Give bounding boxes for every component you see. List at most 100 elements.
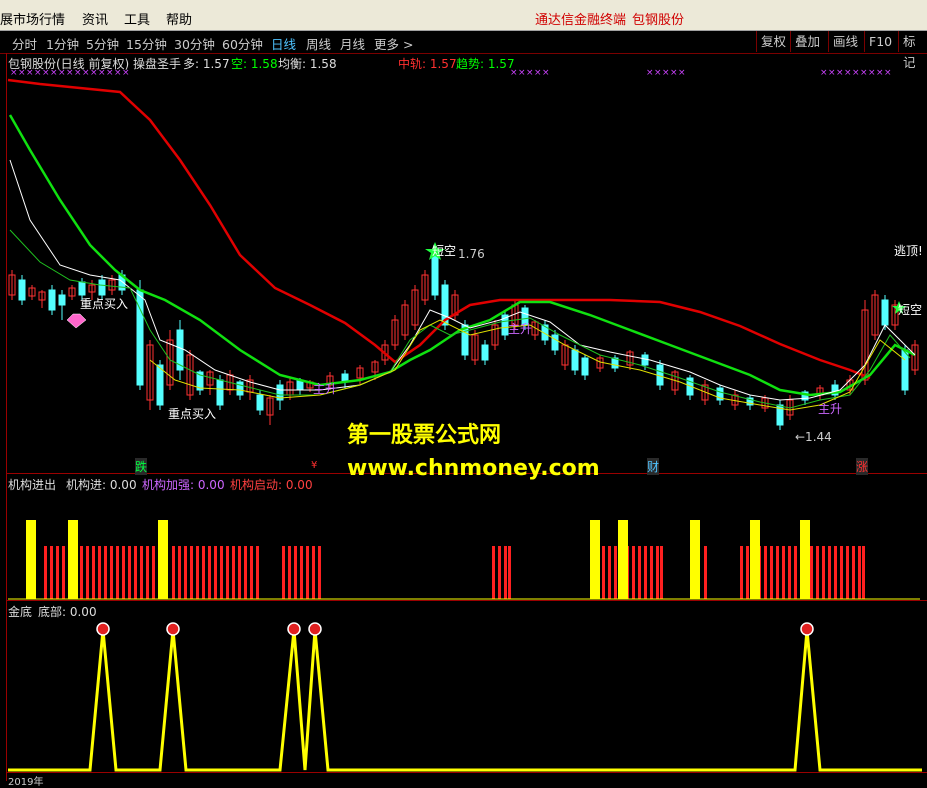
chart-canvas: × × × × × × × × × × × × × × × × × × × × × × × × × × × × × × × × × × [7,68,922,772]
candle-body [481,344,489,361]
candle-body [256,394,264,411]
institution-red-bar [208,546,211,599]
institution-red-bar [862,546,865,599]
institution-red-bar [146,546,149,599]
institution-red-bar [782,546,785,599]
institution-red-bar [244,546,247,599]
x-signal-mark: × [510,68,518,78]
x-signal-mark: × [852,68,860,78]
x-signal-mark: × [534,68,542,78]
bottom-signal-ball [308,622,322,636]
institution-red-bar [704,546,707,599]
institution-bars [8,520,920,600]
annotation-cai-small: ¥ [311,460,318,471]
annotation-zhusheng-3: 主升 [818,402,843,416]
candle-body [58,294,66,306]
institution-red-bar [122,546,125,599]
institution-red-bar [858,546,861,599]
candle-body [581,357,589,376]
institution-red-bar [184,546,187,599]
institution-red-bar [776,546,779,599]
x-signal-mark: × [884,68,892,78]
x-signal-mark: × [662,68,670,78]
institution-red-bar [232,546,235,599]
white-ma-line [9,159,916,401]
institution-red-bar [508,546,511,599]
annotation-taopao: 逃顶! [894,244,923,258]
institution-red-bar [110,546,113,599]
bottom-signal-ball [96,622,110,636]
institution-red-bar [50,546,53,599]
institution-red-bar [834,546,837,599]
institution-red-bar [632,546,635,599]
institution-red-bar [846,546,849,599]
candle-body [901,349,909,391]
panel2-jg-qidong: 机构启动: 0.00 [230,478,313,492]
institution-red-bar [602,546,605,599]
candle-body [641,354,649,366]
bottom-signal-ball [166,622,180,636]
x-signal-mark: × [34,68,42,78]
x-signal-mark: × [90,68,98,78]
bottom-signal-line [8,629,922,772]
institution-yellow-bar [68,520,78,599]
institution-red-bar [86,546,89,599]
institution-red-bar [44,546,47,599]
bottom-peaks [8,629,922,772]
institution-red-bar [104,546,107,599]
institution-red-bar [306,546,309,599]
institution-red-bar [288,546,291,599]
institution-red-bar [656,546,659,599]
candlesticks [8,250,919,430]
annotation-cai: 财 [647,458,660,475]
institution-red-bar [214,546,217,599]
x-signal-mark: × [526,68,534,78]
institution-red-bar [196,546,199,599]
institution-yellow-bar [750,520,760,599]
institution-red-bar [152,546,155,599]
watermark-title: 第一股票公式网 [347,423,502,448]
x-signal-mark: × [518,68,526,78]
institution-red-bar [740,546,743,599]
institution-red-bar [256,546,259,599]
annotation-duankong-1: 短空 [432,244,457,258]
institution-red-bar [828,546,831,599]
institution-red-bar [816,546,819,599]
institution-red-bar [840,546,843,599]
x-signal-mark: × [42,68,50,78]
institution-yellow-bar [800,520,810,599]
x-signal-mark: × [836,68,844,78]
panel3-dibu: 底部: 0.00 [38,605,97,619]
institution-red-bar [282,546,285,599]
institution-red-bar [312,546,315,599]
x-signal-mark: × [10,68,18,78]
institution-yellow-bar [26,520,36,599]
candle-body [48,289,56,311]
annotation-die: 跌 [135,458,148,475]
candle-body [18,279,26,301]
x-signal-mark: × [646,68,654,78]
institution-red-bar [650,546,653,599]
x-signal-mark: × [66,68,74,78]
institution-red-bar [56,546,59,599]
institution-yellow-bar [158,520,168,599]
bottom-signal-ball [800,622,814,636]
institution-red-bar [822,546,825,599]
institution-red-bar [128,546,131,599]
candle-body [431,254,439,296]
diamond-icon [66,313,87,329]
date-axis-line [6,772,927,773]
institution-red-bar [300,546,303,599]
candle-body [571,349,579,371]
x-signal-mark: × [844,68,852,78]
x-signal-mark: × [114,68,122,78]
x-signal-mark: × [828,68,836,78]
candle-body [216,379,224,406]
annotation-zhang: 涨 [856,458,869,475]
institution-red-bar [788,546,791,599]
institution-red-bar [80,546,83,599]
watermark-url: www.chnmoney.com [347,456,600,481]
annotation-zhongdian-2: 重点买入 [168,407,217,421]
candle-body [156,364,164,406]
x-signal-mark: × [26,68,34,78]
